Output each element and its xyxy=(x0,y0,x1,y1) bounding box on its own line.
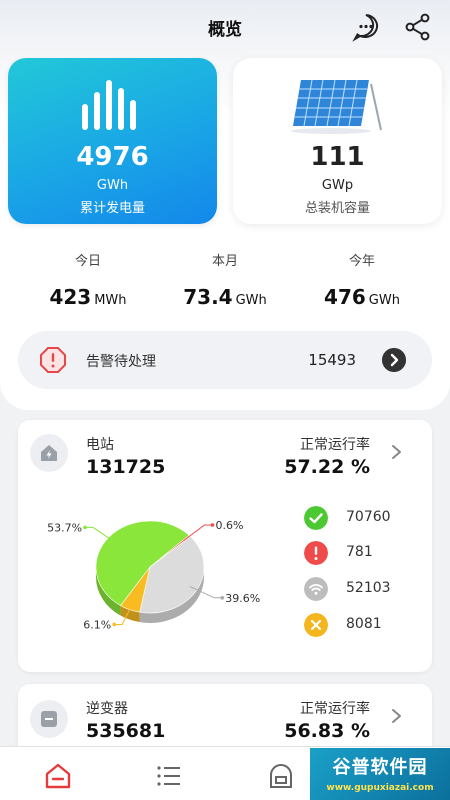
status-row-normal[interactable]: 70760 xyxy=(304,506,424,530)
chevron-right-icon[interactable] xyxy=(390,444,404,460)
watermark-title: 谷普软件园 xyxy=(332,757,428,778)
total-capacity-value: 111 xyxy=(310,142,365,172)
total-generation-value: 4976 xyxy=(76,142,149,172)
period-month-label: 本月 xyxy=(211,254,238,269)
period-month-value: 73.4 xyxy=(183,285,233,309)
chat-bubble-icon[interactable] xyxy=(351,12,381,42)
total-generation-label: 累计发电量 xyxy=(79,201,145,216)
wifi-icon xyxy=(304,577,328,601)
alarm-count: 15493 xyxy=(308,351,356,369)
status-offline-count: 52103 xyxy=(346,580,391,596)
status-fault-count: 781 xyxy=(346,544,373,560)
period-year: 今年 476 GWh xyxy=(287,250,437,309)
chevron-right-icon[interactable] xyxy=(382,348,406,372)
status-row-offline[interactable]: 52103 xyxy=(304,577,424,601)
inverter-count: 535681 xyxy=(86,720,166,742)
alarm-label: 告警待处理 xyxy=(86,354,156,370)
inverter-label: 逆变器 xyxy=(86,701,128,717)
period-today-value: 423 xyxy=(49,285,92,309)
pie-leader-dot-3 xyxy=(112,622,117,627)
period-year-value: 476 xyxy=(324,285,366,309)
home-icon[interactable] xyxy=(43,761,73,791)
exclamation-icon xyxy=(304,541,328,565)
page-title: 概览 xyxy=(208,20,242,40)
status-alarm-count: 8081 xyxy=(346,616,382,632)
station-status-pie-chart: 53.7% 0.6% 39.6% 6.1% xyxy=(47,519,260,631)
total-generation-card[interactable]: 4976 GWh 累计发电量 xyxy=(8,58,217,224)
bar-chart-icon xyxy=(82,80,136,130)
solar-panel-icon xyxy=(291,79,382,134)
watermark: 谷普软件园 www.gupuxiazai.com xyxy=(310,748,450,800)
period-year-label: 今年 xyxy=(348,254,375,269)
alert-octagon-icon xyxy=(40,347,66,373)
check-icon xyxy=(304,506,328,530)
pie-leader-dot-2 xyxy=(220,595,225,600)
status-row-alarm[interactable]: 8081 xyxy=(304,613,424,637)
period-month: 本月 73.4 GWh xyxy=(150,250,300,309)
header: 概览 xyxy=(0,0,450,54)
inverter-icon xyxy=(41,711,57,727)
total-capacity-unit: GWp xyxy=(321,178,354,193)
x-icon xyxy=(304,613,328,637)
period-today: 今日 423 MWh xyxy=(13,250,163,309)
total-generation-unit: GWh xyxy=(96,178,129,193)
inverter-icon-wrap xyxy=(30,700,68,738)
bottom-navigation: 谷普软件园 www.gupuxiazai.com xyxy=(0,746,450,800)
list-icon[interactable] xyxy=(154,761,184,791)
pie-label-0: 53.7% xyxy=(47,521,82,534)
period-stats: 今日 423 MWh 本月 73.4 GWh 今年 476 GWh xyxy=(0,250,450,320)
period-today-label: 今日 xyxy=(74,254,101,269)
device-icon[interactable] xyxy=(266,761,296,791)
pie-label-3: 6.1% xyxy=(83,618,111,631)
total-capacity-label: 总装机容量 xyxy=(304,201,370,216)
inverter-rate: 56.83 % xyxy=(284,720,370,742)
status-normal-count: 70760 xyxy=(346,509,391,525)
share-icon[interactable] xyxy=(403,12,433,42)
station-card[interactable]: 电站 131725 正常运行率 57.22 % 53.7% 0.6% 39.6% 6.… xyxy=(18,420,432,672)
pie-label-2: 39.6% xyxy=(225,592,260,605)
chevron-right-icon[interactable] xyxy=(390,708,404,724)
period-year-unit: GWh xyxy=(368,293,400,308)
total-capacity-card[interactable]: 111 GWp 总装机容量 xyxy=(233,58,442,224)
pie-label-1: 0.6% xyxy=(215,519,243,532)
station-rate-label: 正常运行率 xyxy=(300,437,370,453)
period-month-unit: GWh xyxy=(235,293,267,308)
period-today-unit: MWh xyxy=(94,293,127,308)
pie-leader-dot-0 xyxy=(83,525,87,530)
pie-leader-dot-1 xyxy=(210,523,215,527)
inverter-rate-label: 正常运行率 xyxy=(300,701,370,717)
watermark-url: www.gupuxiazai.com xyxy=(326,783,434,793)
status-row-fault[interactable]: 781 xyxy=(304,541,424,565)
alarm-pending-bar[interactable]: 告警待处理 15493 xyxy=(18,331,432,389)
